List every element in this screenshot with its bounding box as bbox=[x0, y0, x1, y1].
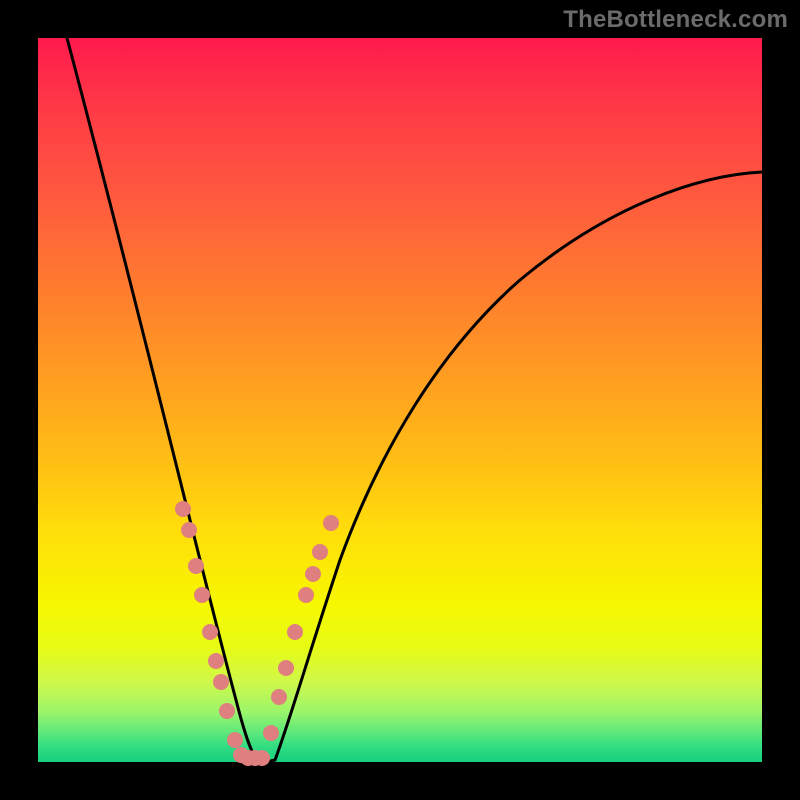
marker-group bbox=[175, 501, 339, 766]
curve-right-branch bbox=[275, 172, 762, 760]
chart-frame: TheBottleneck.com bbox=[0, 0, 800, 800]
curve-left-branch bbox=[67, 38, 258, 760]
watermark-text: TheBottleneck.com bbox=[563, 6, 788, 34]
chart-svg bbox=[0, 0, 800, 800]
